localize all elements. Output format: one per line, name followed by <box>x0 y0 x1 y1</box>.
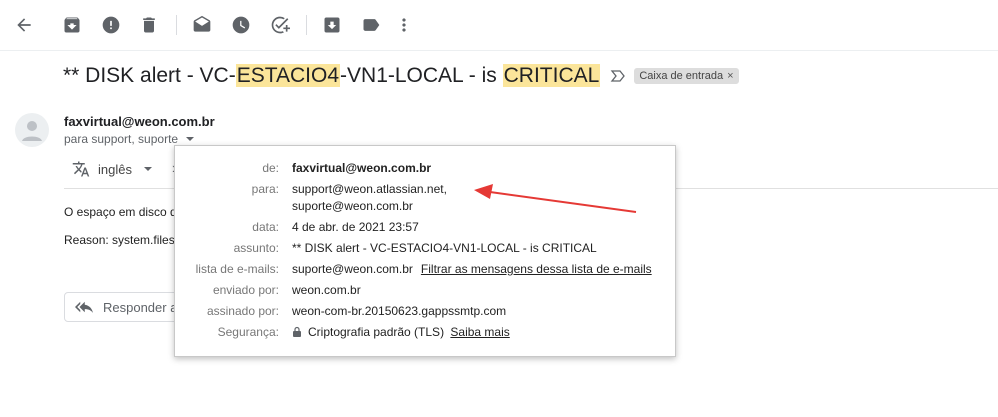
detail-value: suporte@weon.com.br Filtrar as mensagens … <box>292 262 652 277</box>
inbox-label-chip: Caixa de entrada × <box>634 68 739 84</box>
more-vert-icon[interactable] <box>390 11 418 39</box>
toolbar-divider <box>176 15 177 35</box>
to-address: suporte@weon.com.br <box>292 199 413 213</box>
importance-marker-icon[interactable] <box>610 68 626 84</box>
lock-icon <box>293 326 301 337</box>
back-arrow-icon[interactable] <box>10 11 38 39</box>
date-value: 4 de abr. de 2021 23:57 <box>292 220 419 234</box>
archive-icon[interactable] <box>58 11 86 39</box>
message-details-popup: de: faxvirtual@weon.com.br para: support… <box>174 145 676 357</box>
recipients-summary[interactable]: para support, suporte <box>64 132 195 146</box>
remove-label-icon[interactable]: × <box>727 70 733 82</box>
mailed-by-value: weon.com.br <box>292 283 361 297</box>
detail-label: assunto: <box>233 241 279 255</box>
subject-highlight: CRITICAL <box>502 64 601 87</box>
learn-more-link[interactable]: Saiba mais <box>450 325 509 339</box>
subject-text: ** DISK alert - VC- <box>63 64 236 87</box>
toolbar-divider <box>306 15 307 35</box>
detail-label: enviado por: <box>212 283 279 297</box>
detail-label: Segurança: <box>217 325 279 339</box>
subject-row: ** DISK alert - VC-ESTACIO4-VN1-LOCAL - … <box>63 62 739 90</box>
report-spam-icon[interactable] <box>97 11 125 39</box>
reply-all-icon <box>75 301 93 313</box>
from-address: faxvirtual@weon.com.br <box>292 161 432 175</box>
subject-text: -VN1-LOCAL - is <box>340 64 503 87</box>
translate-language-select[interactable]: inglês <box>98 162 132 177</box>
add-task-icon[interactable] <box>266 11 294 39</box>
avatar <box>15 113 49 147</box>
show-details-dropdown-icon[interactable] <box>186 137 195 141</box>
detail-label: assinado por: <box>206 304 279 318</box>
filter-list-link[interactable]: Filtrar as mensagens dessa lista de e-ma… <box>421 262 652 276</box>
snooze-icon[interactable] <box>227 11 255 39</box>
detail-label: de: <box>262 161 279 175</box>
email-subject: ** DISK alert - VC-ESTACIO4-VN1-LOCAL - … <box>63 64 601 88</box>
detail-label: lista de e-mails: <box>195 262 279 276</box>
language-dropdown-icon[interactable] <box>143 167 152 171</box>
detail-value: Criptografia padrão (TLS) Saiba mais <box>292 325 510 340</box>
detail-label: data: <box>252 220 279 234</box>
toolbar <box>0 0 998 51</box>
security-value: Criptografia padrão (TLS) <box>308 325 445 339</box>
delete-icon[interactable] <box>135 11 163 39</box>
inbox-label: Caixa de entrada <box>639 70 724 82</box>
reply-label: Responder a <box>103 299 178 315</box>
signed-by-value: weon-com-br.20150623.gappssmtp.com <box>292 304 507 318</box>
move-to-icon[interactable] <box>318 11 346 39</box>
email-body-line: O espaço em disco do <box>64 205 184 219</box>
detail-value: faxvirtual@weon.com.br <box>292 161 431 176</box>
translate-icon <box>72 161 90 177</box>
subject-value: ** DISK alert - VC-ESTACIO4-VN1-LOCAL - … <box>292 241 597 255</box>
to-address: support@weon.atlassian.net, <box>292 182 447 196</box>
detail-label: para: <box>251 182 279 196</box>
label-icon[interactable] <box>357 11 385 39</box>
mark-unread-icon[interactable] <box>188 11 216 39</box>
translate-bar: inglês › <box>72 160 177 178</box>
sender-address: faxvirtual@weon.com.br <box>64 114 215 129</box>
email-body-line: Reason: system.filesy <box>64 233 181 247</box>
subject-highlight: ESTACIO4 <box>235 64 341 87</box>
recipients-text: para support, suporte <box>64 132 179 146</box>
mailing-list-value: suporte@weon.com.br <box>292 262 413 276</box>
